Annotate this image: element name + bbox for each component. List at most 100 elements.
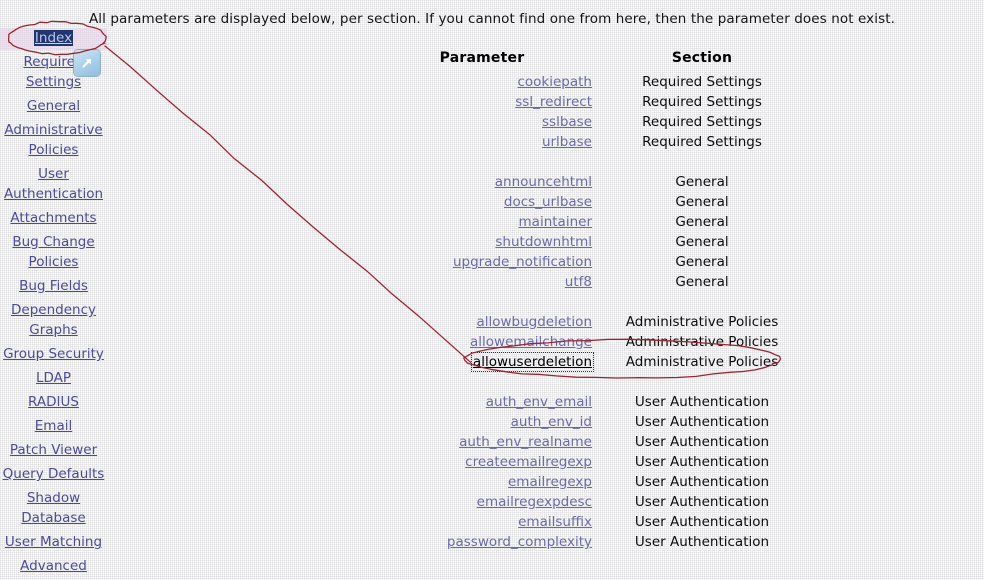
parameter-link[interactable]: upgrade_notification [453, 254, 592, 270]
parameter-cell: auth_env_email [372, 392, 592, 412]
parameter-cell: allowuserdeletion [372, 352, 595, 372]
sidebar-item-label: Group Security [3, 346, 104, 362]
table-row: upgrade_notification General [372, 252, 812, 272]
sidebar-item-bug-change-policies[interactable]: Bug Change Policies [0, 232, 107, 272]
sidebar-item-label: User [38, 166, 69, 182]
sidebar-item-general[interactable]: General [0, 96, 107, 116]
parameter-cell: announcehtml [372, 172, 592, 192]
table-row-spacer [372, 292, 812, 312]
table-row: allowemailchange Administrative Policies [372, 332, 812, 352]
sidebar-item-user-authentication[interactable]: User Authentication [0, 164, 107, 204]
sidebar-item-label: Advanced [20, 558, 87, 574]
sidebar-item-label: Administrative [4, 122, 103, 138]
section-cell: Required Settings [642, 134, 762, 150]
sidebar-item-user-matching[interactable]: User Matching [0, 532, 107, 552]
table-row: emailregexp User Authentication [372, 472, 812, 492]
sidebar-item-label: Bug Fields [19, 278, 88, 294]
sidebar-item-bug-fields[interactable]: Bug Fields [0, 276, 107, 296]
sidebar-item-index[interactable]: Index [0, 28, 107, 48]
parameter-link[interactable]: shutdownhtml [495, 234, 592, 250]
sidebar-item-query-defaults[interactable]: Query Defaults [0, 464, 107, 484]
parameter-cell: emailregexp [372, 472, 592, 492]
sidebar-item-label: Policies [28, 142, 79, 158]
table-row: urlbase Required Settings [372, 132, 812, 152]
sidebar-item-radius[interactable]: RADIUS [0, 392, 107, 412]
parameter-cell: allowemailchange [372, 332, 592, 352]
sidebar-item-label: RADIUS [28, 394, 79, 410]
sidebar-item-dependency-graphs[interactable]: Dependency Graphs [0, 300, 107, 340]
table-row: allowbugdeletion Administrative Policies [372, 312, 812, 332]
sidebar-item-label: Shadow [26, 490, 81, 506]
table-row-spacer [372, 152, 812, 172]
parameter-link[interactable]: emailregexpdesc [477, 494, 592, 510]
sidebar-item-label: Graphs [29, 322, 78, 338]
parameter-cell: createemailregexp [372, 452, 592, 472]
section-cell: User Authentication [634, 434, 770, 450]
parameter-link[interactable]: urlbase [542, 134, 592, 150]
section-cell: User Authentication [634, 494, 770, 510]
sidebar-item-label: General [26, 98, 81, 114]
parameter-link[interactable]: utf8 [565, 274, 592, 290]
table-row: auth_env_email User Authentication [372, 392, 812, 412]
column-header-parameter: Parameter [439, 50, 525, 66]
table-row: auth_env_realname User Authentication [372, 432, 812, 452]
table-row-spacer [372, 372, 812, 392]
parameter-link[interactable]: allowuserdeletion [470, 352, 595, 372]
section-cell: Administrative Policies [625, 354, 779, 370]
parameter-link[interactable]: emailsuffix [518, 514, 592, 530]
sidebar-item-attachments[interactable]: Attachments [0, 208, 107, 228]
parameter-link[interactable]: auth_env_id [511, 414, 592, 430]
section-cell: User Authentication [634, 414, 770, 430]
parameter-link[interactable]: allowbugdeletion [476, 314, 592, 330]
parameter-link[interactable]: cookiepath [517, 74, 592, 90]
sidebar-item-selected-text: Index [33, 30, 74, 46]
section-cell: General [675, 214, 729, 230]
sidebar-item-label: Dependency [11, 302, 96, 318]
parameter-link[interactable]: announcehtml [495, 174, 592, 190]
parameter-cell: utf8 [372, 272, 592, 292]
parameter-cell: emailregexpdesc [372, 492, 592, 512]
sidebar-item-shadow-database[interactable]: Shadow Database [0, 488, 107, 528]
sidebar-item-group-security[interactable]: Group Security [0, 344, 107, 364]
parameter-link[interactable]: sslbase [542, 114, 592, 130]
section-cell: Required Settings [642, 114, 762, 130]
parameter-link[interactable]: auth_env_email [486, 394, 592, 410]
table-row: emailregexpdesc User Authentication [372, 492, 812, 512]
sidebar-item-label: Patch Viewer [9, 442, 98, 458]
parameter-link[interactable]: ssl_redirect [515, 94, 592, 110]
section-cell: Required Settings [642, 74, 762, 90]
sidebar-item-label: Email [34, 418, 73, 434]
parameter-link[interactable]: docs_urlbase [504, 194, 592, 210]
column-header-section: Section [671, 50, 733, 66]
section-cell: General [675, 274, 729, 290]
parameter-link[interactable]: password_complexity [447, 534, 592, 550]
table-row: allowuserdeletion Administrative Policies [372, 352, 812, 372]
sidebar-item-administrative-policies[interactable]: Administrative Policies [0, 120, 107, 160]
parameter-cell: ssl_redirect [372, 92, 592, 112]
section-cell: General [675, 194, 729, 210]
sidebar-item-advanced[interactable]: Advanced [0, 556, 107, 576]
parameter-cell: urlbase [372, 132, 592, 152]
sidebar-item-patch-viewer[interactable]: Patch Viewer [0, 440, 107, 460]
sidebar-item-label: Authentication [3, 186, 104, 202]
table-row: ssl_redirect Required Settings [372, 92, 812, 112]
parameter-link[interactable]: allowemailchange [470, 334, 592, 350]
section-cell: User Authentication [634, 514, 770, 530]
parameters-index-page: All parameters are displayed below, per … [0, 0, 984, 574]
table-row: password_complexity User Authentication [372, 532, 812, 552]
parameter-link[interactable]: auth_env_realname [459, 434, 592, 450]
section-cell: Administrative Policies [625, 314, 779, 330]
sidebar-item-label: User Matching [4, 534, 103, 550]
table-row: createemailregexp User Authentication [372, 452, 812, 472]
sidebar-item-ldap[interactable]: LDAP [0, 368, 107, 388]
sidebar-item-email[interactable]: Email [0, 416, 107, 436]
parameter-cell: maintainer [372, 212, 592, 232]
section-sidebar: Index Required Settings General Administrati… [0, 28, 107, 580]
parameter-link[interactable]: maintainer [519, 214, 592, 230]
section-cell: General [675, 234, 729, 250]
parameter-cell: emailsuffix [372, 512, 592, 532]
parameter-link[interactable]: createemailregexp [465, 454, 592, 470]
parameter-cell: auth_env_realname [372, 432, 592, 452]
parameter-link[interactable]: emailregexp [508, 474, 592, 490]
parameter-cell: sslbase [372, 112, 592, 132]
